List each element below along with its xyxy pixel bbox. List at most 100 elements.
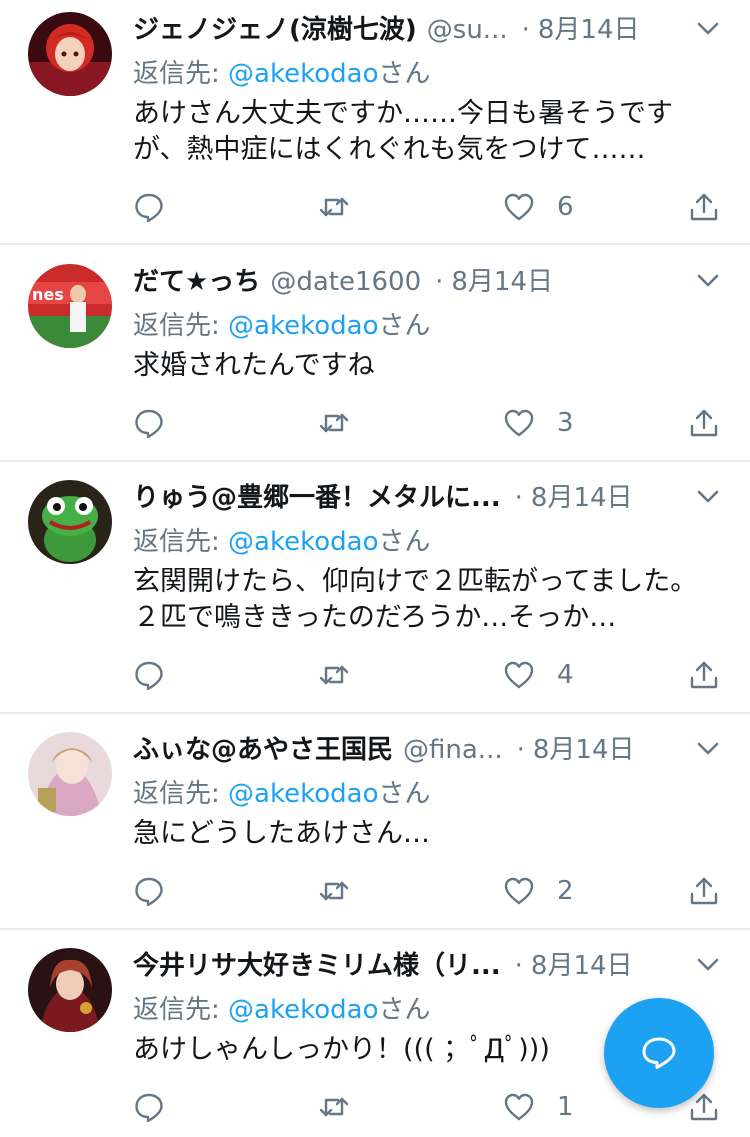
retweet-button[interactable] <box>318 403 350 443</box>
user-handle[interactable]: @fina... <box>403 730 503 770</box>
tweet-3[interactable]: りゅう@豊郷一番！メタルに... · 8月14日 返信先: @akekodaoさ… <box>0 468 750 711</box>
tweet-text: 求婚されたんですね <box>133 350 375 381</box>
tweet-date[interactable]: 8月14日 <box>533 730 635 770</box>
retweet-button[interactable] <box>318 187 350 227</box>
reply-icon <box>135 409 163 439</box>
reply-button[interactable] <box>133 1087 165 1127</box>
reply-to-prefix: 返信先: <box>133 311 229 341</box>
avatar[interactable] <box>28 948 112 1032</box>
retweet-button[interactable] <box>318 1087 350 1127</box>
share-icon <box>690 661 718 689</box>
heart-icon <box>504 409 534 437</box>
reply-to-suffix: さん <box>378 59 431 89</box>
reply-to-line: 返信先: @akekodaoさん <box>133 990 431 1030</box>
share-icon <box>690 193 718 221</box>
heart-icon <box>504 193 534 221</box>
reply-to-line: 返信先: @akekodaoさん <box>133 774 431 814</box>
tweet-divider <box>0 928 750 930</box>
tweet-date[interactable]: 8月14日 <box>531 478 633 518</box>
reply-icon <box>135 877 163 907</box>
like-button[interactable]: 1 <box>503 1087 574 1127</box>
tweet-date[interactable]: 8月14日 <box>531 946 633 986</box>
avatar[interactable] <box>28 480 112 564</box>
retweet-icon <box>319 413 349 433</box>
avatar[interactable] <box>28 732 112 816</box>
share-button[interactable] <box>688 403 720 443</box>
retweet-icon <box>319 881 349 901</box>
separator: · <box>514 483 523 513</box>
action-bar: 4 <box>0 655 750 695</box>
display-name[interactable]: だて★っち <box>133 262 260 302</box>
like-button[interactable]: 2 <box>503 871 574 911</box>
reply-to-suffix: さん <box>378 995 431 1025</box>
reply-to-prefix: 返信先: <box>133 59 229 89</box>
like-button[interactable]: 3 <box>503 403 574 443</box>
chevron-down-icon[interactable] <box>694 14 722 42</box>
reply-icon <box>135 661 163 691</box>
heart-icon <box>504 661 534 689</box>
reply-button[interactable] <box>133 403 165 443</box>
reply-to-line: 返信先: @akekodaoさん <box>133 522 431 562</box>
user-handle[interactable]: @su... <box>427 10 508 50</box>
reply-to-line: 返信先: @akekodaoさん <box>133 54 431 94</box>
reply-button[interactable] <box>133 187 165 227</box>
avatar[interactable] <box>28 12 112 96</box>
reply-mention[interactable]: @akekodao <box>228 311 378 341</box>
tweet-header: だて★っち @date1600 · 8月14日 <box>133 262 673 302</box>
reply-to-prefix: 返信先: <box>133 527 229 557</box>
like-count: 1 <box>557 1092 574 1122</box>
reply-mention[interactable]: @akekodao <box>228 527 378 557</box>
reply-mention[interactable]: @akekodao <box>228 995 378 1025</box>
retweet-button[interactable] <box>318 871 350 911</box>
display-name[interactable]: りゅう@豊郷一番！メタルに... <box>133 478 501 518</box>
heart-icon <box>504 1093 534 1121</box>
share-button[interactable] <box>688 655 720 695</box>
share-button[interactable] <box>688 871 720 911</box>
tweet-text: 急にどうしたあけさん… <box>133 818 430 849</box>
display-name[interactable]: 今井リサ大好きミリム様（リ... <box>133 946 501 986</box>
chevron-down-icon[interactable] <box>694 734 722 762</box>
reply-mention[interactable]: @akekodao <box>228 59 378 89</box>
reply-to-suffix: さん <box>378 527 431 557</box>
like-count: 2 <box>557 876 574 906</box>
reply-icon <box>135 193 163 223</box>
reply-to-prefix: 返信先: <box>133 779 229 809</box>
separator: · <box>521 15 530 45</box>
tweet-header: ジェノジェノ(涼樹七波) @su... · 8月14日 <box>133 10 673 50</box>
tweet-1[interactable]: ジェノジェノ(涼樹七波) @su... · 8月14日 返信先: @akekod… <box>0 0 750 243</box>
reply-mention[interactable]: @akekodao <box>228 779 378 809</box>
reply-to-suffix: さん <box>378 779 431 809</box>
like-button[interactable]: 6 <box>503 187 574 227</box>
like-button[interactable]: 4 <box>503 655 574 695</box>
action-bar: 3 <box>0 403 750 443</box>
chevron-down-icon[interactable] <box>694 266 722 294</box>
avatar[interactable]: nes <box>28 264 112 348</box>
retweet-button[interactable] <box>318 655 350 695</box>
separator: · <box>435 267 444 297</box>
tweet-date[interactable]: 8月14日 <box>451 262 553 302</box>
chevron-down-icon[interactable] <box>694 482 722 510</box>
reply-button[interactable] <box>133 871 165 911</box>
heart-icon <box>504 877 534 905</box>
action-bar: 2 <box>0 871 750 911</box>
tweet-2[interactable]: nes だて★っち @date1600 · 8月14日 返信先: @akekod… <box>0 252 750 460</box>
reply-button[interactable] <box>133 655 165 695</box>
reply-to-suffix: さん <box>378 311 431 341</box>
separator: · <box>516 735 525 765</box>
tweet-divider <box>0 712 750 714</box>
retweet-icon <box>319 197 349 217</box>
compose-reply-button[interactable] <box>604 998 714 1108</box>
like-count: 4 <box>557 660 574 690</box>
action-bar: 6 <box>0 187 750 227</box>
share-button[interactable] <box>688 187 720 227</box>
reply-icon <box>135 1093 163 1123</box>
tweet-date[interactable]: 8月14日 <box>538 10 640 50</box>
tweet-4[interactable]: ふぃな@あやさ王国民 @fina... · 8月14日 返信先: @akekod… <box>0 720 750 928</box>
display-name[interactable]: ふぃな@あやさ王国民 <box>133 730 393 770</box>
chevron-down-icon[interactable] <box>694 950 722 978</box>
like-count: 3 <box>557 408 574 438</box>
tweet-header: 今井リサ大好きミリム様（リ... · 8月14日 <box>133 946 673 986</box>
display-name[interactable]: ジェノジェノ(涼樹七波) <box>133 10 417 50</box>
user-handle[interactable]: @date1600 <box>270 262 421 302</box>
share-icon <box>690 877 718 905</box>
